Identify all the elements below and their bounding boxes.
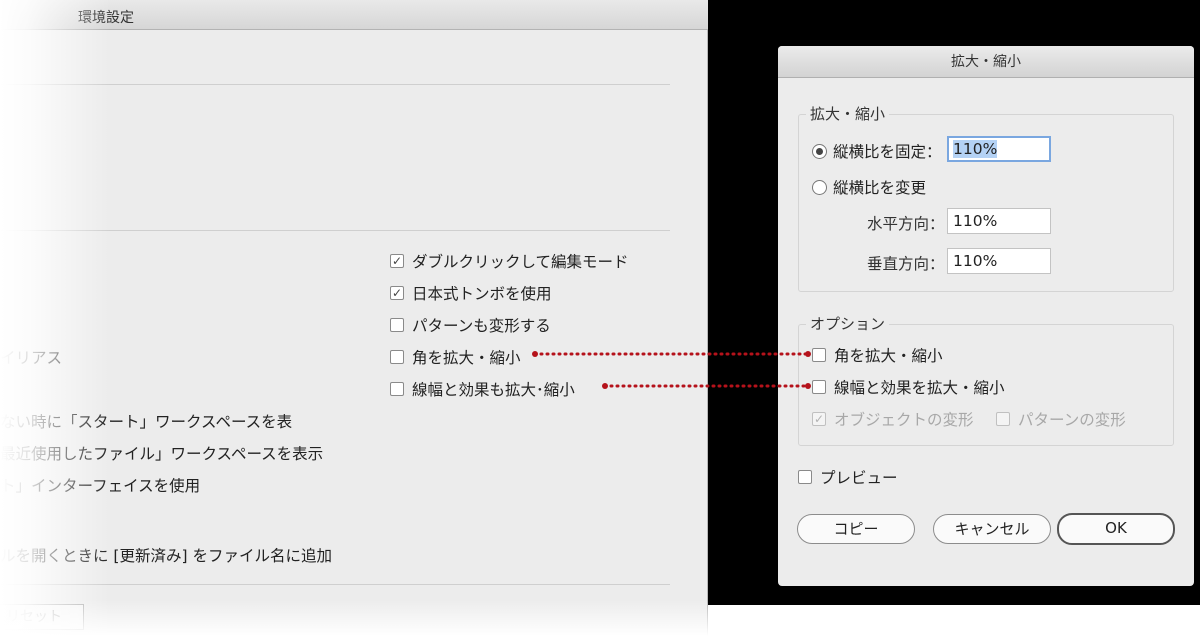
pref-transform-patterns[interactable]: パターンも変形する	[390, 314, 551, 336]
pref-label: 日本式トンボを使用	[412, 285, 552, 303]
transform-objects-label: オブジェクトの変形	[834, 411, 974, 429]
pref-partial-interface: ト」インターフェイスを使用	[0, 477, 201, 495]
horizontal-scale-input[interactable]: 110%	[947, 208, 1051, 234]
dialog-title[interactable]: 拡大・縮小	[778, 46, 1194, 78]
preview-checkbox-row[interactable]: プレビュー	[798, 466, 898, 488]
checkbox[interactable]	[390, 350, 404, 364]
preview-label: プレビュー	[820, 469, 898, 487]
pref-scale-corners[interactable]: 角を拡大・縮小	[390, 346, 521, 368]
checkbox[interactable]	[390, 318, 404, 332]
cancel-button[interactable]: キャンセル	[933, 514, 1051, 544]
section-divider	[0, 230, 670, 231]
uniform-scale-input[interactable]: 110%	[947, 136, 1051, 162]
scale-corners-label: 角を拡大・縮小	[834, 347, 943, 365]
transform-patterns-label: パターンの変形	[1018, 411, 1126, 429]
section-divider	[0, 84, 670, 85]
reset-button[interactable]: リセット	[0, 604, 84, 630]
horizontal-label: 水平方向：	[867, 215, 945, 233]
copy-button[interactable]: コピー	[797, 514, 915, 544]
checkbox[interactable]	[812, 348, 826, 362]
pref-partial-recent-files: 最近使用したファイル」ワークスペースを表示	[0, 445, 324, 463]
pref-scale-strokes[interactable]: 線幅と効果も拡大･縮小	[390, 378, 575, 400]
non-uniform-label: 縦横比を変更	[833, 179, 927, 197]
checkbox-checked-disabled: ✓	[812, 412, 826, 426]
section-divider	[0, 584, 670, 585]
transform-patterns-checkbox-row: パターンの変形	[996, 408, 1126, 430]
checkbox[interactable]	[390, 382, 404, 396]
uniform-label: 縦横比を固定：	[833, 143, 942, 161]
pref-partial-antialias: イリアス	[0, 349, 63, 367]
pref-label: パターンも変形する	[412, 317, 551, 335]
pref-label: ダブルクリックして編集モード	[412, 253, 629, 271]
pref-partial-updated-filename: ルを開くときに [更新済み] をファイル名に追加	[0, 547, 332, 565]
radio[interactable]	[812, 179, 827, 195]
preferences-window: 環境設定 ✓ ダブルクリックして編集モード ✓ 日本式トンボを使用 パターンも変…	[0, 0, 708, 636]
ok-button[interactable]: OK	[1057, 513, 1175, 545]
backdrop-bottom	[708, 605, 1200, 636]
pref-japanese-crop-marks[interactable]: ✓ 日本式トンボを使用	[390, 282, 552, 304]
uniform-radio[interactable]: 縦横比を固定：	[812, 140, 942, 162]
pref-double-click-edit[interactable]: ✓ ダブルクリックして編集モード	[390, 250, 629, 272]
pref-partial-start-workspace: ない時に「スタート」ワークスペースを表	[0, 413, 293, 431]
transform-objects-checkbox-row: ✓ オブジェクトの変形	[812, 408, 974, 430]
options-group-label: オプション	[806, 313, 890, 334]
pref-label: 線幅と効果も拡大･縮小	[412, 381, 575, 399]
preferences-titlebar[interactable]: 環境設定	[0, 0, 708, 30]
checkbox-checked[interactable]: ✓	[390, 286, 404, 300]
scale-strokes-checkbox-row[interactable]: 線幅と効果を拡大・縮小	[812, 376, 1005, 398]
checkbox-checked[interactable]: ✓	[390, 254, 404, 268]
checkbox[interactable]	[812, 380, 826, 394]
checkbox-disabled	[996, 412, 1010, 426]
checkbox[interactable]	[798, 470, 812, 484]
preferences-title: 環境設定	[78, 10, 134, 26]
radio-selected[interactable]	[812, 143, 827, 159]
scale-strokes-label: 線幅と効果を拡大・縮小	[834, 379, 1005, 397]
vertical-label: 垂直方向：	[867, 255, 945, 273]
scale-corners-checkbox-row[interactable]: 角を拡大・縮小	[812, 344, 943, 366]
vertical-scale-input[interactable]: 110%	[947, 248, 1051, 274]
scale-dialog: 拡大・縮小 拡大・縮小 縦横比を固定： 110% 縦横比を変更 水平方向： 11…	[778, 46, 1194, 586]
non-uniform-radio[interactable]: 縦横比を変更	[812, 176, 926, 198]
pref-label: 角を拡大・縮小	[412, 349, 521, 367]
scale-group-label: 拡大・縮小	[806, 103, 890, 124]
